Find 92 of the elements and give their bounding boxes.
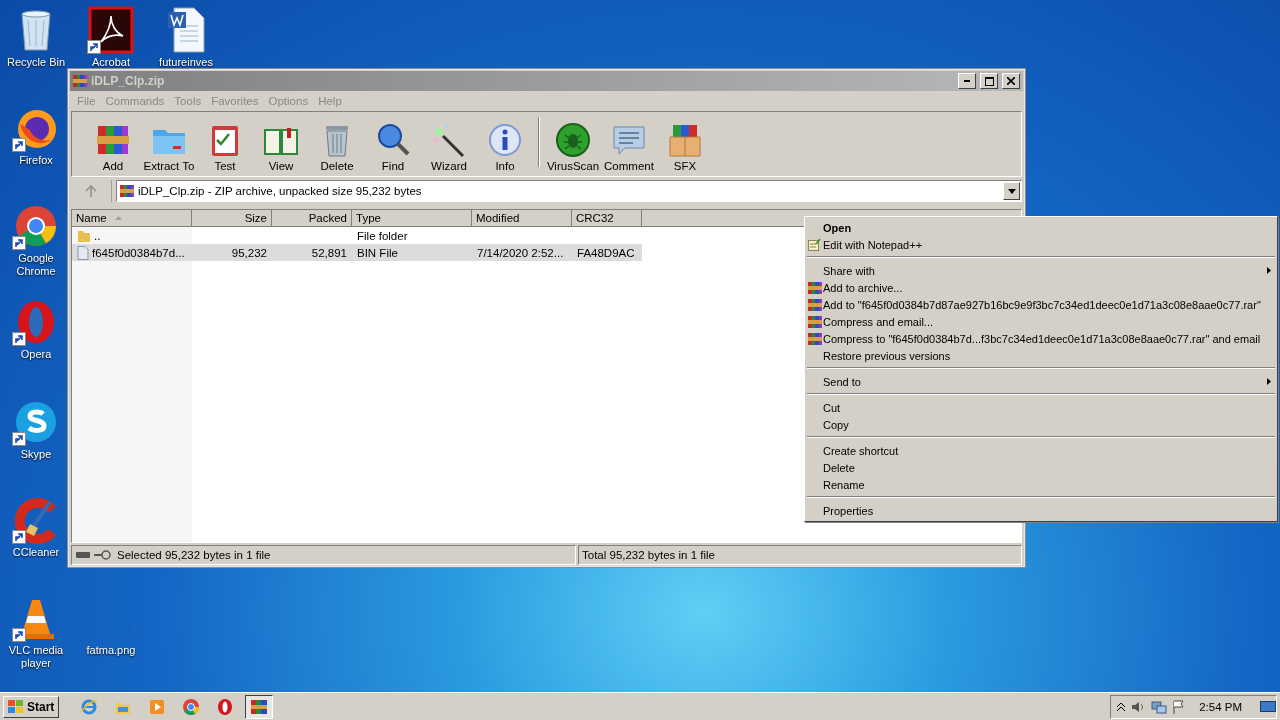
- column-header[interactable]: Size: [192, 210, 272, 227]
- context-menu-item[interactable]: Delete: [805, 459, 1277, 476]
- bug-scan-icon: [555, 122, 591, 158]
- context-menu-item[interactable]: Add to "f645f0d0384b7d87ae927b16bc9e9f3bc7c34ed1deec0e1d71a3c08e8aae0c77.rar": [805, 296, 1277, 313]
- column-header[interactable]: Packed: [272, 210, 352, 227]
- box-of-books-icon: [667, 122, 703, 158]
- desktop-icon-label[interactable]: Skype: [20, 448, 52, 461]
- window-title: iDLP_Clp.zip: [91, 74, 166, 88]
- table-cell: File folder: [357, 229, 408, 242]
- dropdown-arrow-icon[interactable]: [1007, 188, 1016, 194]
- status-text: Total 95,232 bytes in 1 file: [582, 549, 715, 561]
- table-cell: 7/14/2020 2:52...: [477, 246, 564, 259]
- minimize-icon: [964, 80, 970, 82]
- context-menu-item[interactable]: Cut: [805, 399, 1277, 416]
- toolbar-button[interactable]: SFX: [658, 122, 712, 172]
- column-header[interactable]: Name: [72, 210, 192, 227]
- toolbar-button[interactable]: View: [254, 122, 308, 172]
- context-menu-item[interactable]: Copy: [805, 416, 1277, 433]
- toolbar-button[interactable]: Info: [478, 122, 532, 172]
- desktop-icon-label[interactable]: Google Chrome: [3, 252, 69, 278]
- desktop-icon-label[interactable]: futureinves: [159, 56, 213, 69]
- close-button[interactable]: [1002, 73, 1020, 89]
- file-row[interactable]: f645f0d0384b7d... 95,232 52,891 BIN File 7/14/2020 2:52... FA48D9AC: [72, 244, 642, 261]
- info-icon: [487, 122, 523, 158]
- status-text: Selected 95,232 bytes in 1 file: [117, 549, 271, 561]
- toolbar-button[interactable]: Test: [198, 122, 252, 172]
- magic-wand-icon: [431, 122, 467, 158]
- speaker-icon[interactable]: [1131, 699, 1146, 714]
- submenu-arrow-icon: [1267, 267, 1271, 274]
- context-menu-item[interactable]: Create shortcut: [805, 442, 1277, 459]
- archive-books-icon: [808, 315, 822, 329]
- maximize-icon: [984, 76, 994, 86]
- maximize-button[interactable]: [980, 73, 998, 89]
- column-header[interactable]: Modified: [472, 210, 572, 227]
- context-menu-item[interactable]: Compress and email...: [805, 313, 1277, 330]
- desktop-icon-label[interactable]: Firefox: [19, 154, 53, 167]
- archive-books-icon: [808, 281, 822, 295]
- submenu-arrow-icon: [1267, 378, 1271, 385]
- context-menu-item[interactable]: Share with: [805, 262, 1277, 279]
- toolbar-button[interactable]: Delete: [310, 122, 364, 172]
- close-icon: [1007, 77, 1015, 85]
- file-row[interactable]: .. File folder: [72, 227, 642, 244]
- column-header[interactable]: CRC32: [572, 210, 642, 227]
- context-menu-item[interactable]: Properties: [805, 502, 1277, 519]
- table-cell: 52,891: [311, 246, 347, 259]
- file-name: f645f0d0384b7d...: [92, 246, 185, 259]
- file-name: ..: [94, 229, 101, 242]
- desktop-icon-label[interactable]: Opera: [20, 348, 52, 361]
- windows-logo-icon: [8, 699, 24, 714]
- toolbar-button[interactable]: Extract To: [142, 122, 196, 172]
- context-menu-item[interactable]: Rename: [805, 476, 1277, 493]
- toolbar-button[interactable]: Add: [86, 122, 140, 172]
- archive-books-icon: [808, 298, 822, 312]
- desktop-icon-label[interactable]: VLC media player: [3, 644, 69, 670]
- context-menu-item[interactable]: Restore previous versions: [805, 347, 1277, 364]
- minimize-button[interactable]: [958, 73, 976, 89]
- toolbar-button[interactable]: Wizard: [422, 122, 476, 172]
- archive-books-icon[interactable]: [245, 694, 274, 719]
- table-cell: BIN File: [357, 246, 398, 259]
- column-header[interactable]: Type: [352, 210, 472, 227]
- desktop-icon-label[interactable]: fatma.png: [86, 644, 136, 657]
- network-icon[interactable]: [1151, 699, 1168, 714]
- pdf-app-icon: [87, 6, 135, 54]
- context-menu-item[interactable]: Open: [805, 219, 1277, 236]
- desktop-icon-label[interactable]: CCleaner: [12, 546, 60, 559]
- monitor-icon[interactable]: [1260, 699, 1276, 714]
- clock[interactable]: 2:54 PM: [1199, 700, 1242, 713]
- toolbar-button[interactable]: VirusScan: [546, 122, 600, 172]
- drive-key-icon: [75, 550, 113, 560]
- archive-books-icon: [120, 184, 134, 198]
- table-cell: FA48D9AC: [577, 246, 635, 259]
- address-field[interactable]: iDLP_Clp.zip - ZIP archive, unpacked size 95,232 bytes: [116, 180, 1022, 202]
- toolbar-button[interactable]: Comment: [602, 122, 656, 172]
- file-icon: [77, 245, 89, 260]
- toolbar-button[interactable]: Find: [366, 122, 420, 172]
- context-menu-item[interactable]: Send to: [805, 373, 1277, 390]
- context-menu-item[interactable]: Add to archive...: [805, 279, 1277, 296]
- start-button[interactable]: Start: [3, 695, 60, 718]
- context-menu-item[interactable]: Edit with Notepad++: [805, 236, 1277, 253]
- archive-books-icon: [808, 332, 822, 346]
- desktop-icon-label[interactable]: Acrobat: [92, 56, 130, 69]
- table-cell: 95,232: [231, 246, 267, 259]
- context-menu-item[interactable]: Compress to "f645f0d0384b7d...f3bc7c34ed1deec0e1d71a3c08e8aae0c77.rar" and email: [805, 330, 1277, 347]
- desktop-icon-label[interactable]: Recycle Bin: [6, 56, 66, 69]
- flag-icon[interactable]: [1173, 699, 1186, 714]
- magnifier-icon: [375, 122, 411, 158]
- archive-books-icon: [73, 74, 87, 88]
- folder-icon: [77, 228, 91, 243]
- up-arrow-icon: [85, 185, 97, 197]
- sort-up-icon: [114, 216, 122, 220]
- notepad-icon: [808, 238, 821, 251]
- chevron-up-icon[interactable]: [1117, 701, 1126, 712]
